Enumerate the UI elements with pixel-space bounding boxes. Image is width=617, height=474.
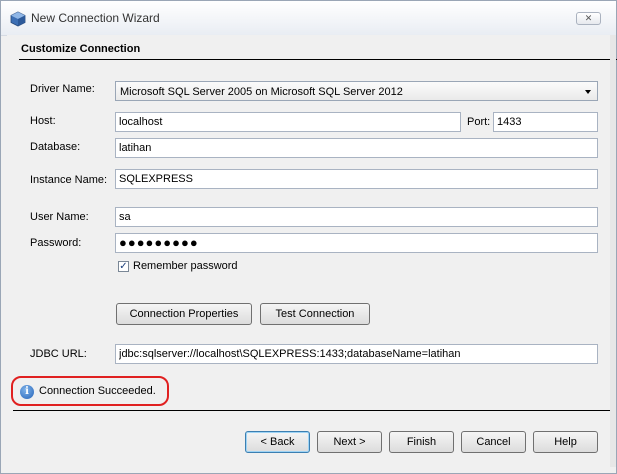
instance-name-label: Instance Name:: [30, 174, 108, 186]
help-button[interactable]: Help: [533, 431, 598, 453]
database-field[interactable]: [115, 138, 598, 158]
chevron-down-icon: [585, 90, 591, 94]
instance-name-field[interactable]: [115, 169, 598, 189]
user-name-label: User Name:: [30, 211, 89, 223]
test-connection-button[interactable]: Test Connection: [260, 303, 370, 325]
port-label: Port:: [467, 116, 491, 128]
status-message: Connection Succeeded.: [39, 385, 156, 397]
page-title: Customize Connection: [21, 43, 141, 55]
footer-divider: [13, 410, 610, 411]
jdbc-url-label: JDBC URL:: [30, 348, 87, 360]
close-icon: ✕: [584, 13, 593, 24]
check-icon: ✓: [119, 260, 128, 272]
password-label: Password:: [30, 237, 82, 249]
remember-password-checkbox[interactable]: ✓: [118, 261, 129, 272]
password-field[interactable]: ●●●●●●●●●: [115, 233, 598, 253]
wizard-content: Customize Connection Driver Name: Micros…: [7, 35, 617, 467]
driver-name-select[interactable]: Microsoft SQL Server 2005 on Microsoft S…: [115, 81, 598, 101]
host-field[interactable]: [115, 112, 461, 132]
host-label: Host:: [30, 115, 56, 127]
connection-properties-button[interactable]: Connection Properties: [116, 303, 252, 325]
info-icon: i: [20, 385, 34, 399]
finish-button[interactable]: Finish: [389, 431, 454, 453]
cancel-button[interactable]: Cancel: [461, 431, 526, 453]
next-button[interactable]: Next >: [317, 431, 382, 453]
section-divider: [19, 59, 617, 60]
status-highlight: i Connection Succeeded.: [11, 376, 169, 406]
user-name-field[interactable]: [115, 207, 598, 227]
window-edge: [610, 35, 616, 467]
back-button[interactable]: < Back: [245, 431, 310, 453]
remember-password-label[interactable]: Remember password: [133, 260, 238, 272]
netbeans-cube-icon: [10, 11, 26, 27]
wizard-window: New Connection Wizard ✕ Customize Connec…: [0, 0, 617, 474]
password-mask: ●●●●●●●●●: [119, 235, 199, 250]
database-label: Database:: [30, 141, 81, 153]
driver-name-value: Microsoft SQL Server 2005 on Microsoft S…: [120, 86, 403, 98]
driver-name-label: Driver Name:: [30, 83, 95, 95]
title-bar[interactable]: New Connection Wizard ✕: [1, 1, 616, 36]
window-title: New Connection Wizard: [31, 11, 160, 25]
close-button[interactable]: ✕: [576, 12, 601, 25]
jdbc-url-field[interactable]: [115, 344, 598, 364]
port-field[interactable]: [493, 112, 598, 132]
